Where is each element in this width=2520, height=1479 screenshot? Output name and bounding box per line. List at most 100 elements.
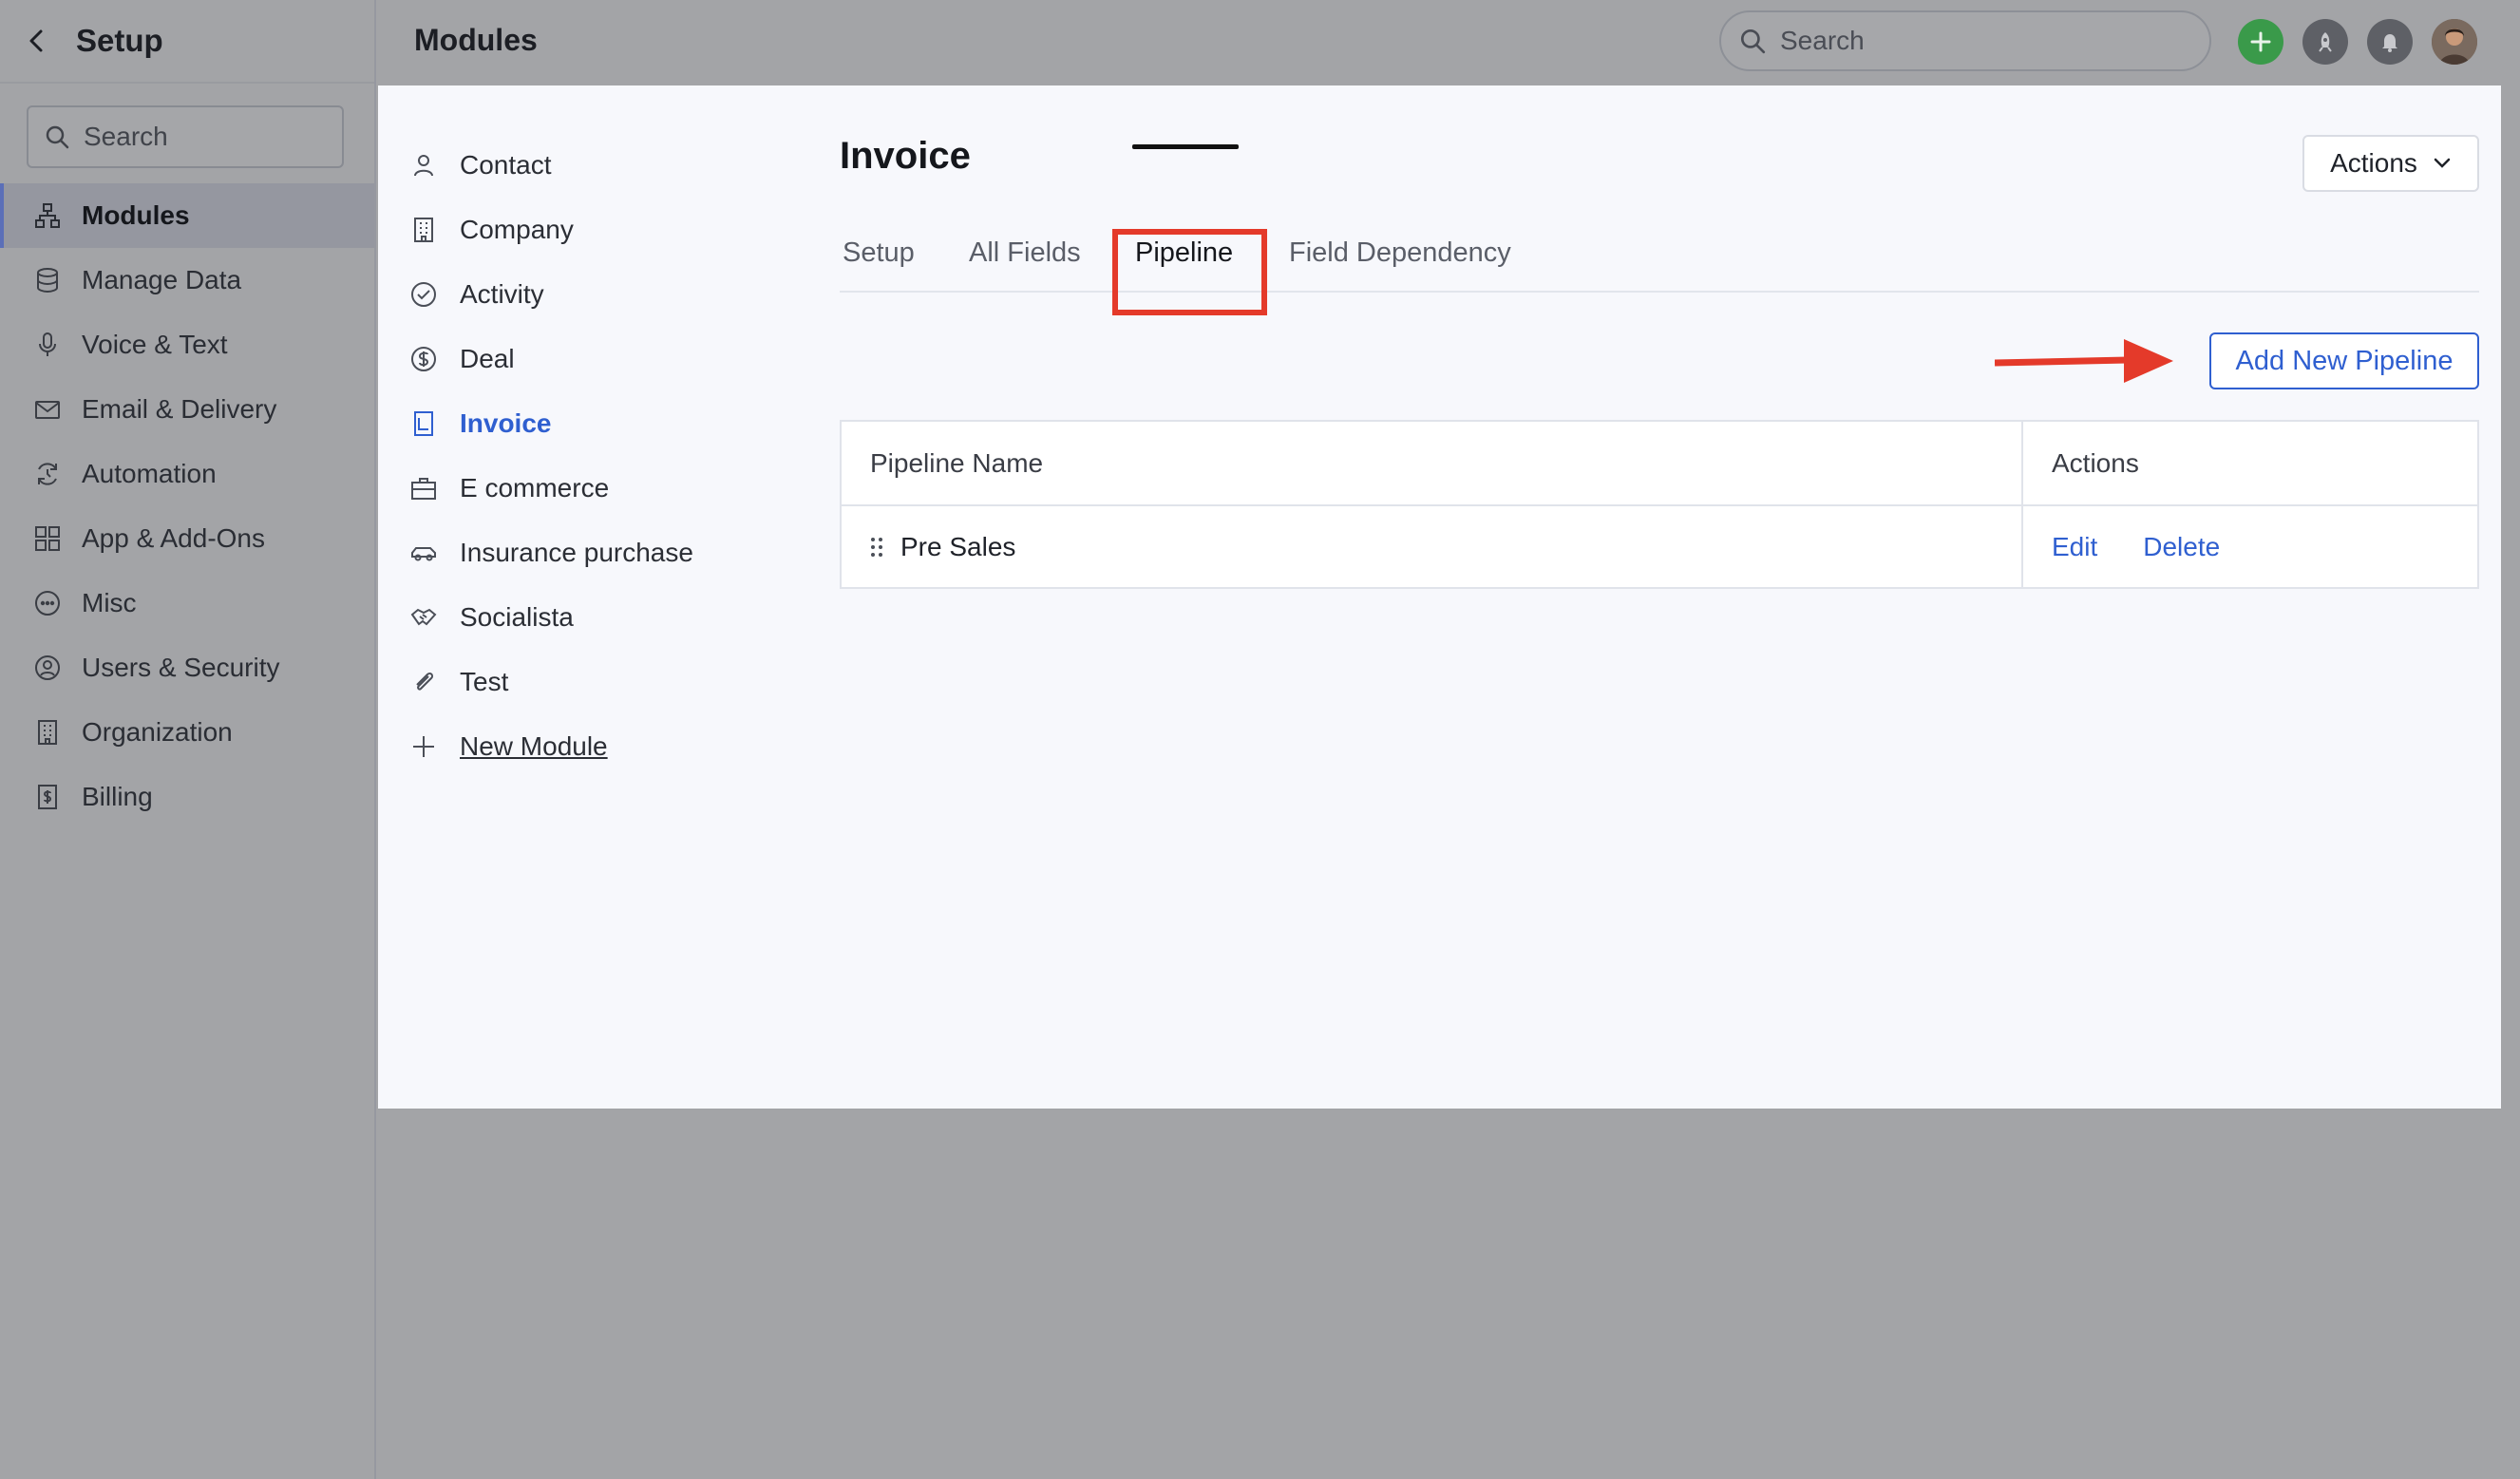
module-item-test[interactable]: Test	[408, 650, 788, 714]
module-item-label: Insurance purchase	[460, 538, 693, 567]
plus-icon	[408, 731, 439, 762]
grid-icon	[32, 523, 63, 554]
sidebar-item-users-security[interactable]: Users & Security	[0, 635, 374, 700]
module-item-company[interactable]: Company	[408, 198, 788, 262]
active-tab-indicator	[1132, 144, 1239, 149]
briefcase-icon	[408, 473, 439, 503]
module-tabs: Setup All Fields Pipeline Field Dependen…	[840, 230, 2479, 293]
handshake-icon	[408, 602, 439, 633]
sidebar-title: Setup	[76, 23, 163, 58]
module-item-label: Invoice	[460, 408, 552, 438]
sidebar-item-billing[interactable]: Billing	[0, 765, 374, 829]
sidebar-search-input[interactable]: Search	[27, 105, 344, 168]
sidebar-item-label: Users & Security	[82, 653, 280, 682]
avatar[interactable]	[2432, 19, 2477, 65]
sidebar-item-organization[interactable]: Organization	[0, 700, 374, 765]
invoice-icon	[408, 408, 439, 439]
billing-icon	[32, 782, 63, 812]
new-module-link[interactable]: New Module	[408, 714, 788, 779]
sidebar-item-label: Voice & Text	[82, 330, 228, 359]
module-item-label: Socialista	[460, 602, 574, 632]
tab-setup[interactable]: Setup	[843, 237, 915, 269]
edit-link[interactable]: Edit	[2052, 532, 2097, 562]
sidebar-item-label: Automation	[82, 459, 217, 488]
sidebar-item-modules[interactable]: Modules	[0, 183, 374, 248]
global-search-input[interactable]: Search	[1719, 10, 2211, 71]
person-icon	[408, 150, 439, 180]
search-icon	[46, 125, 69, 149]
pipeline-name: Pre Sales	[900, 531, 1016, 561]
sidebar-item-voice-text[interactable]: Voice & Text	[0, 313, 374, 377]
module-list: Contact Company Activity Deal Invoice E …	[408, 133, 788, 779]
sidebar-item-app-addons[interactable]: App & Add-Ons	[0, 506, 374, 571]
table-row: Pre Sales Edit Delete	[842, 504, 2477, 587]
car-icon	[408, 538, 439, 568]
delete-link[interactable]: Delete	[2143, 532, 2220, 562]
actions-dropdown[interactable]: Actions	[2302, 135, 2479, 192]
building-icon	[32, 717, 63, 748]
sidebar-item-label: Email & Delivery	[82, 394, 277, 424]
drag-handle-icon[interactable]	[870, 536, 883, 559]
module-item-socialista[interactable]: Socialista	[408, 585, 788, 650]
module-item-contact[interactable]: Contact	[408, 133, 788, 198]
add-new-button[interactable]	[2238, 19, 2283, 65]
rocket-button[interactable]	[2302, 19, 2348, 65]
notifications-button[interactable]	[2367, 19, 2413, 65]
ellipsis-circle-icon	[32, 588, 63, 618]
sidebar-item-label: Manage Data	[82, 265, 242, 294]
module-item-label: E commerce	[460, 473, 610, 502]
module-item-label: New Module	[460, 731, 608, 761]
chevron-down-icon	[2433, 157, 2452, 170]
automation-icon	[32, 459, 63, 489]
actions-dropdown-label: Actions	[2330, 148, 2417, 178]
envelope-icon	[32, 394, 63, 425]
dollar-circle-icon	[408, 344, 439, 374]
database-icon	[32, 265, 63, 295]
module-item-label: Company	[460, 215, 574, 244]
module-item-ecommerce[interactable]: E commerce	[408, 456, 788, 521]
microphone-icon	[32, 330, 63, 360]
back-icon[interactable]	[23, 27, 51, 55]
setup-sidebar: Setup Search Modules Manage Data Voice &…	[0, 0, 376, 1479]
user-circle-icon	[32, 653, 63, 683]
highlight-box	[1112, 229, 1267, 315]
building-icon	[408, 215, 439, 245]
sidebar-header: Setup	[0, 0, 374, 84]
module-item-invoice[interactable]: Invoice	[408, 391, 788, 456]
add-new-pipeline-button[interactable]: Add New Pipeline	[2209, 332, 2479, 389]
module-item-activity[interactable]: Activity	[408, 262, 788, 327]
module-item-insurance-purchase[interactable]: Insurance purchase	[408, 521, 788, 585]
modules-icon	[32, 200, 63, 231]
page-title: Modules	[414, 23, 538, 57]
sidebar-item-automation[interactable]: Automation	[0, 442, 374, 506]
sidebar-item-label: Modules	[82, 200, 190, 230]
sidebar-item-label: Organization	[82, 717, 233, 747]
annotation-arrow	[1994, 334, 2175, 392]
sidebar-search-placeholder: Search	[84, 122, 168, 151]
top-bar: Modules Search	[376, 0, 2520, 85]
tab-field-dependency[interactable]: Field Dependency	[1289, 237, 1511, 269]
pipeline-table: Pipeline Name Actions Pre Sales Edit Del…	[840, 420, 2479, 589]
module-title: Invoice	[840, 135, 971, 177]
sidebar-item-email-delivery[interactable]: Email & Delivery	[0, 377, 374, 442]
check-circle-icon	[408, 279, 439, 310]
sidebar-item-misc[interactable]: Misc	[0, 571, 374, 635]
pipeline-actions-cell: Edit Delete	[2023, 506, 2477, 587]
module-item-deal[interactable]: Deal	[408, 327, 788, 391]
sidebar-item-manage-data[interactable]: Manage Data	[0, 248, 374, 313]
sidebar-item-label: Misc	[82, 588, 137, 617]
module-item-label: Test	[460, 667, 509, 696]
rocket-icon	[2319, 32, 2332, 52]
main-panel: Contact Company Activity Deal Invoice E …	[378, 85, 2501, 1109]
sidebar-item-label: Billing	[82, 782, 153, 811]
plus-icon	[2250, 31, 2271, 52]
pipeline-name-cell: Pre Sales	[842, 506, 2023, 587]
tab-all-fields[interactable]: All Fields	[969, 237, 1081, 269]
avatar-icon	[2432, 19, 2477, 65]
sidebar-item-label: App & Add-Ons	[82, 523, 266, 553]
sidebar-nav: Modules Manage Data Voice & Text Email &…	[0, 183, 374, 829]
column-header-actions: Actions	[2052, 447, 2139, 478]
module-item-label: Contact	[460, 150, 552, 180]
module-item-label: Activity	[460, 279, 544, 309]
bell-icon	[2382, 34, 2397, 52]
